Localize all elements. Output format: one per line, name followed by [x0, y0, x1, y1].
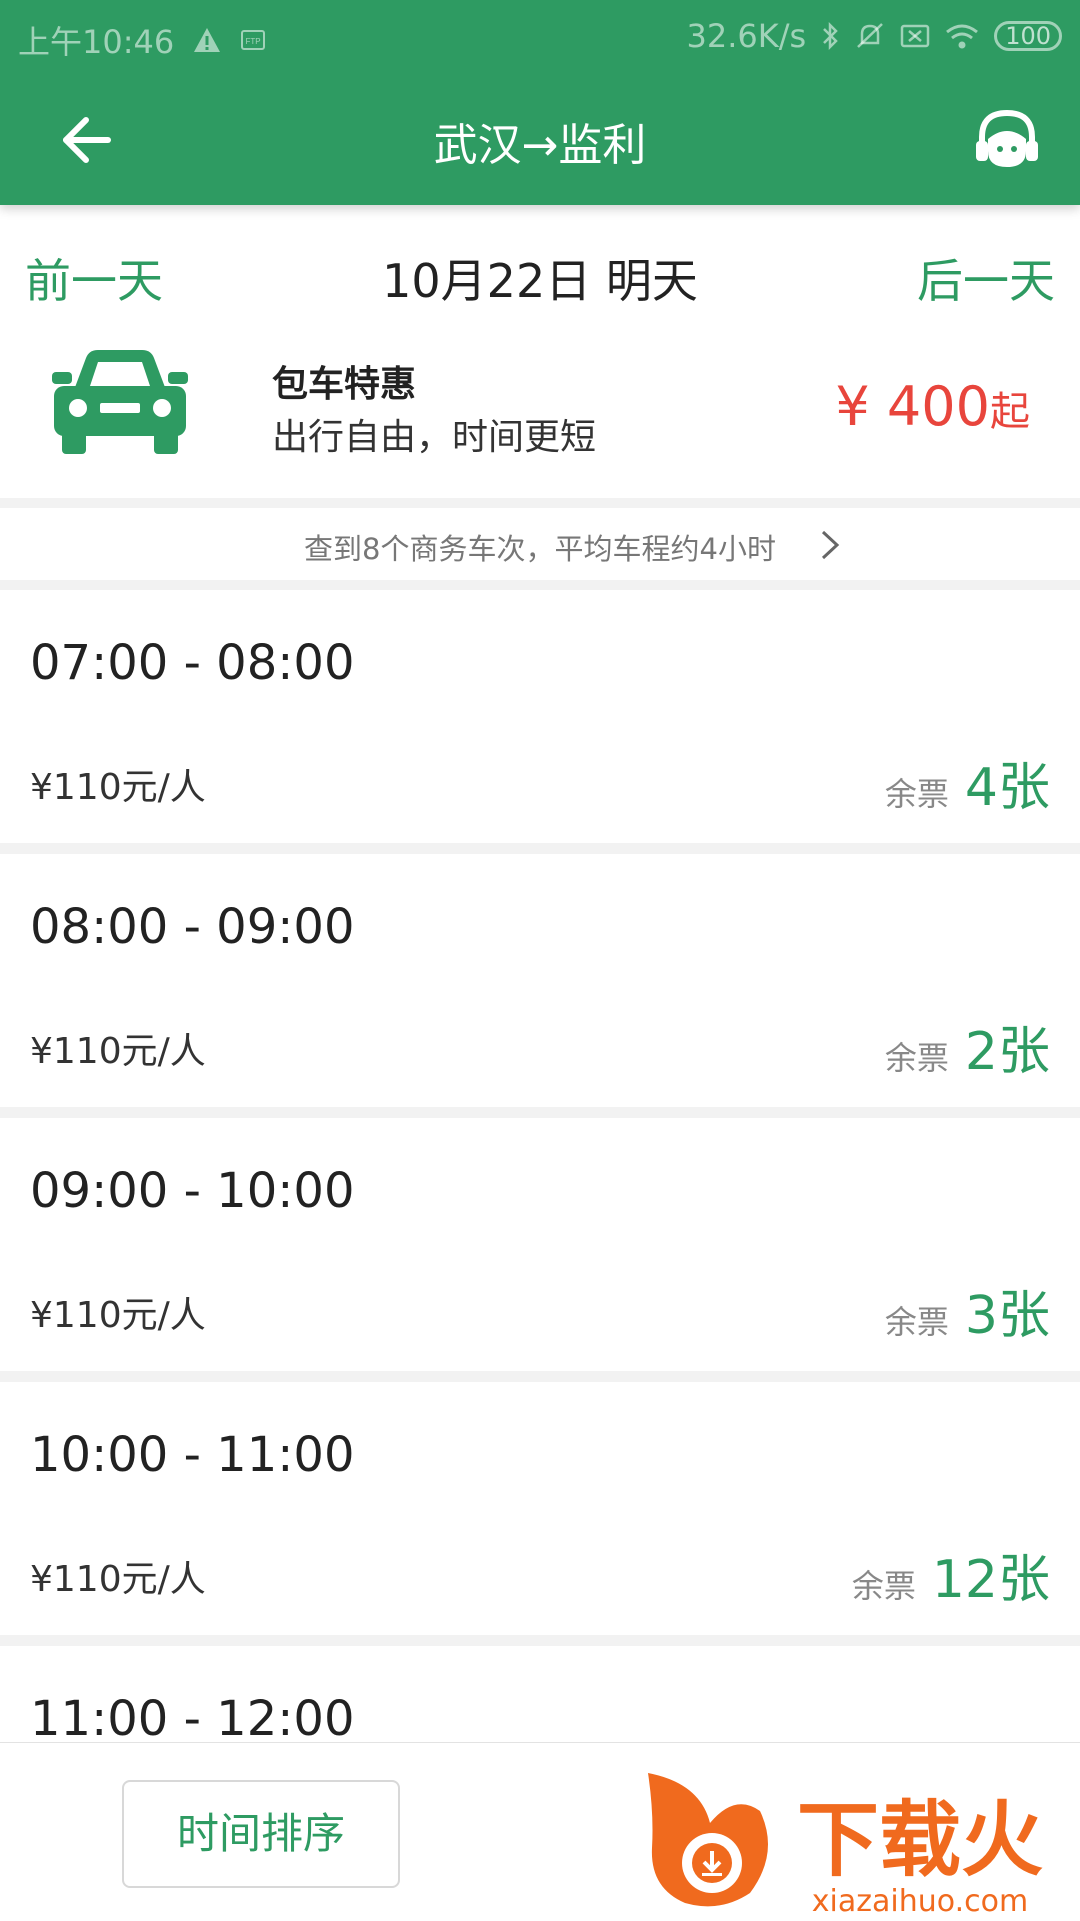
- trip-price: ¥110元/人: [30, 1295, 206, 1336]
- nav-bar: 武汉→监利: [0, 75, 1080, 205]
- network-speed: 32.6K/s: [686, 17, 807, 55]
- sim-icon: [900, 24, 930, 48]
- bluetooth-icon: [823, 21, 838, 51]
- car-icon: [52, 350, 188, 454]
- wifi-icon: [946, 24, 979, 49]
- trip-summary-bar[interactable]: 查到8个商务车次，平均车程约4小时: [0, 508, 1080, 580]
- charter-promo-card[interactable]: 包车特惠 出行自由，时间更短 ¥ 400起: [0, 320, 1080, 498]
- ftp-icon: FTP: [241, 30, 266, 50]
- battery-indicator: 100: [994, 21, 1062, 51]
- remaining-count: 2张: [964, 1022, 1050, 1082]
- trip-remaining: 余票 2张: [885, 1009, 1050, 1084]
- trip-item[interactable]: 10:00 - 11:00 ¥110元/人 余票 12张: [0, 1382, 1080, 1635]
- trip-summary-text: 查到8个商务车次，平均车程约4小时: [304, 532, 776, 566]
- trip-remaining: 余票 3张: [885, 1273, 1050, 1348]
- remaining-label: 余票: [851, 1567, 916, 1605]
- trip-time: 10:00 - 11:00: [30, 1427, 355, 1483]
- page-title: 武汉→监利: [433, 120, 647, 171]
- status-bar: 上午10:46 FTP 32.6K/s 100: [0, 0, 1080, 75]
- svg-text:FTP: FTP: [246, 37, 261, 46]
- trip-item[interactable]: 08:00 - 09:00 ¥110元/人 余票 2张: [0, 854, 1080, 1107]
- trip-price: ¥110元/人: [30, 1031, 206, 1072]
- watermark-url: xiazaihuo.com: [812, 1884, 1028, 1918]
- trip-time: 07:00 - 08:00: [30, 635, 355, 691]
- charter-title: 包车特惠: [272, 364, 417, 405]
- watermark-title: 下载火: [797, 1793, 1043, 1888]
- mute-icon: [857, 23, 884, 48]
- warning-icon: [194, 28, 221, 52]
- remaining-count: 12张: [931, 1550, 1050, 1610]
- remaining-count: 3张: [964, 1286, 1050, 1346]
- sort-by-time-button[interactable]: 时间排序: [122, 1780, 400, 1888]
- charter-subtitle: 出行自由，时间更短: [272, 417, 597, 458]
- trip-price: ¥110元/人: [30, 767, 206, 808]
- trip-time: 08:00 - 09:00: [30, 899, 355, 955]
- status-time: 上午10:46: [18, 23, 175, 61]
- trip-remaining: 余票 4张: [885, 745, 1050, 820]
- trip-remaining: 余票 12张: [852, 1537, 1050, 1612]
- trip-item[interactable]: 07:00 - 08:00 ¥110元/人 余票 4张: [0, 590, 1080, 843]
- trip-list: 07:00 - 08:00 ¥110元/人 余票 4张 08:00 - 09:0…: [0, 590, 1080, 1910]
- next-day-button[interactable]: 后一天: [917, 245, 1055, 311]
- remaining-count: 4张: [964, 758, 1050, 818]
- bottom-action-bar: 时间排序 下载火 xiazaihuo.com: [0, 1742, 1080, 1921]
- remaining-label: 余票: [884, 1039, 949, 1077]
- trip-price: ¥110元/人: [30, 1559, 206, 1600]
- trip-time: 09:00 - 10:00: [30, 1163, 355, 1219]
- charter-price-suffix: 起: [990, 389, 1030, 435]
- remaining-label: 余票: [884, 775, 949, 813]
- trip-item[interactable]: 09:00 - 10:00 ¥110元/人 余票 3张: [0, 1118, 1080, 1371]
- watermark-logo: 下载火 xiazaihuo.com: [648, 1773, 1043, 1918]
- charter-price: ¥ 400起: [835, 375, 1030, 438]
- trip-time: 11:00 - 12:00: [30, 1691, 355, 1747]
- remaining-label: 余票: [884, 1303, 949, 1341]
- customer-service-icon[interactable]: [972, 105, 1042, 175]
- app-header: 上午10:46 FTP 32.6K/s 100 武汉→监利: [0, 0, 1080, 205]
- charter-price-value: ¥ 400: [835, 375, 990, 438]
- chevron-right-icon: [821, 530, 840, 560]
